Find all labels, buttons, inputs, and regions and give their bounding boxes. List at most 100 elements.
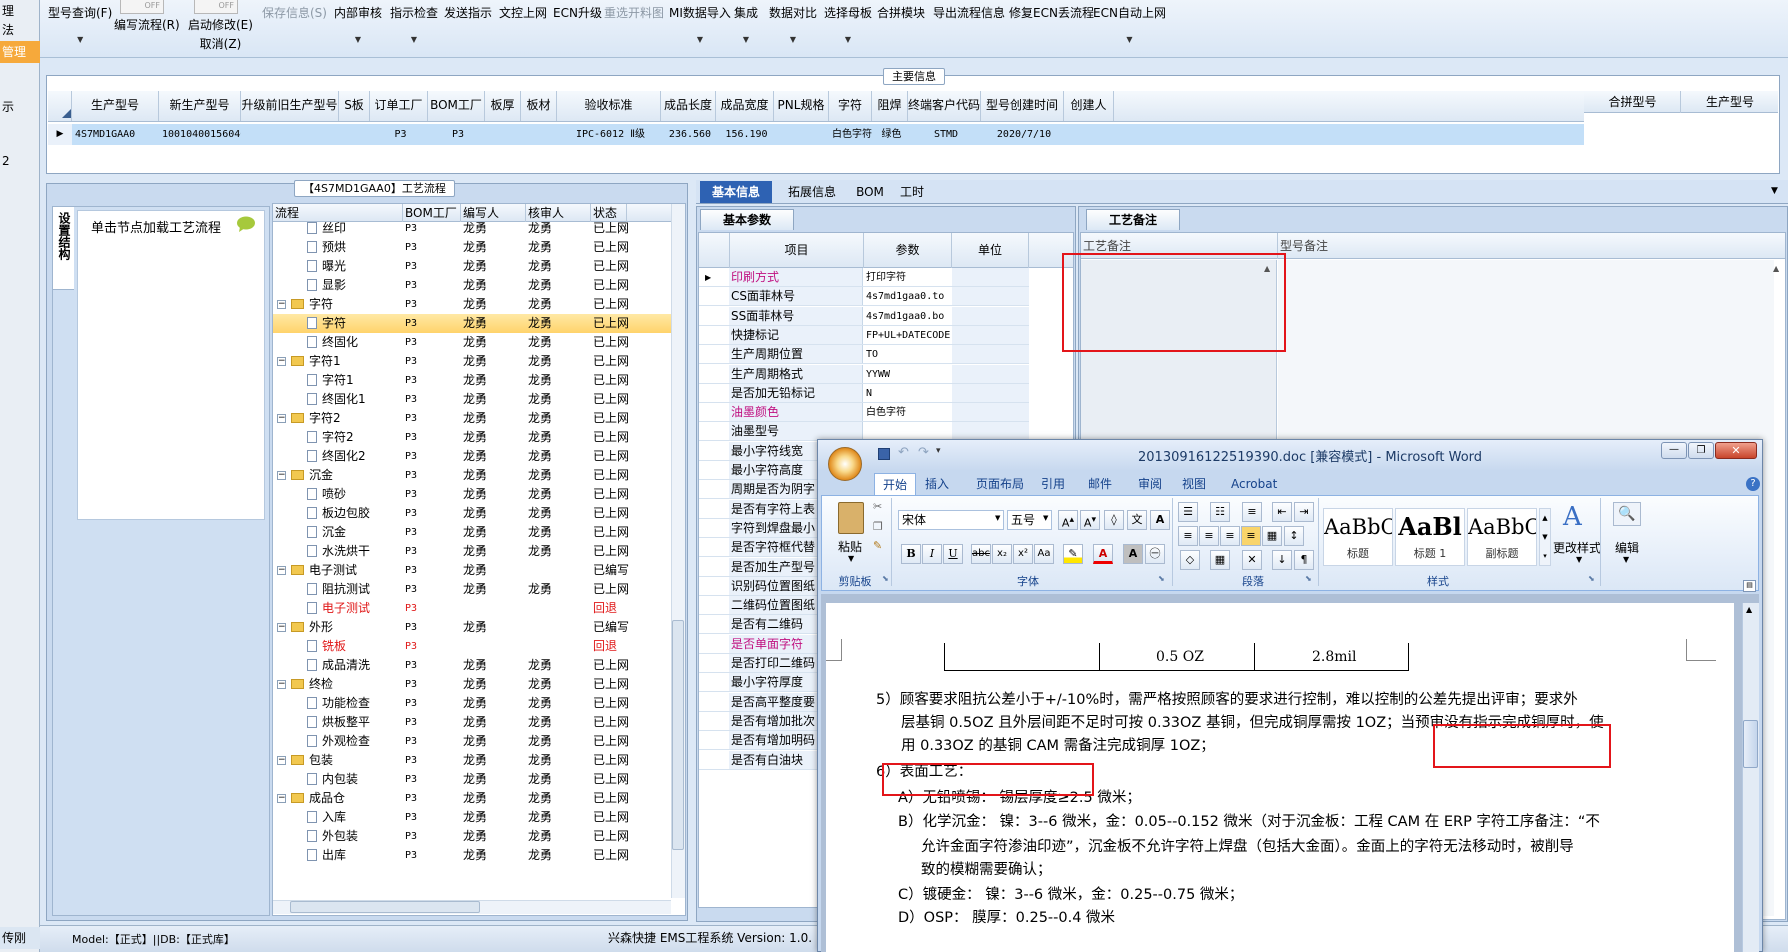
param-unit[interactable]: [952, 422, 1029, 441]
font-launcher-icon[interactable]: ⬊: [1158, 574, 1165, 583]
tree-row[interactable]: − 字符 P3 龙勇 龙勇 已上网: [273, 295, 671, 314]
paste-button[interactable]: 粘贴: [838, 538, 862, 555]
toolbar-button-3[interactable]: OFF 启动修改(E) 取消(Z): [188, 0, 253, 58]
main-col-header[interactable]: 终端客户代码: [908, 91, 981, 121]
font-name-select[interactable]: 宋体: [898, 510, 1004, 530]
find-icon[interactable]: 🔍: [1613, 502, 1641, 526]
tree-node[interactable]: 铣板: [307, 637, 346, 656]
subscript-icon[interactable]: x₂: [992, 544, 1012, 564]
clear-format-icon[interactable]: ◊: [1104, 510, 1124, 530]
show-marks-icon[interactable]: ¶: [1294, 550, 1314, 570]
chevron-down-icon[interactable]: ▼: [769, 33, 817, 47]
tree-node[interactable]: 内包装: [307, 770, 358, 789]
tree-node[interactable]: 阻抗测试: [307, 580, 370, 599]
tab-1[interactable]: 基本信息: [700, 181, 772, 203]
tree-node[interactable]: 终固化: [307, 333, 358, 352]
toolbar-button-2[interactable]: OFF 编写流程(R): [114, 0, 180, 58]
strikethrough-icon[interactable]: abc: [971, 544, 991, 564]
main-col-header[interactable]: 订单工厂: [370, 91, 428, 121]
tree-node[interactable]: 显影: [307, 276, 346, 295]
ribbon-tab-8[interactable]: Acrobat: [1223, 473, 1285, 495]
office-button-icon[interactable]: [828, 447, 862, 481]
tree-row[interactable]: 字符 P3 龙勇 龙勇 已上网: [273, 314, 671, 333]
borders-icon[interactable]: ▦: [1210, 550, 1230, 570]
chevron-down-icon[interactable]: ▼: [1093, 33, 1166, 47]
tree-node[interactable]: 成品清洗: [307, 656, 370, 675]
tree-row[interactable]: − 外形 P3 龙勇 已编写: [273, 618, 671, 637]
bold-icon[interactable]: B: [901, 544, 921, 564]
chevron-down-icon[interactable]: ▼: [334, 33, 382, 47]
enclose-char-icon[interactable]: ㊀: [1145, 544, 1165, 564]
ribbon-tab-6[interactable]: 审阅: [1130, 473, 1170, 495]
ribbon-tab-2[interactable]: 插入: [917, 473, 957, 495]
toggle-off-switch[interactable]: OFF: [194, 0, 238, 14]
tree-row[interactable]: 丝印 P3 龙勇 龙勇 已上网: [273, 222, 671, 238]
ribbon-tab-5[interactable]: 邮件: [1080, 473, 1120, 495]
italic-icon[interactable]: I: [922, 544, 942, 564]
numbering-icon[interactable]: ☷: [1210, 502, 1230, 522]
tree-row[interactable]: 显影 P3 龙勇 龙勇 已上网: [273, 276, 671, 295]
change-styles-dropdown-icon[interactable]: ▼: [1576, 555, 1582, 564]
style-subtitle[interactable]: AaBbC 副标题: [1467, 508, 1537, 566]
tree-node[interactable]: 字符1: [307, 371, 354, 390]
main-col-header[interactable]: BOM工厂: [428, 91, 485, 121]
tree-row[interactable]: 板边包胶 P3 龙勇 龙勇 已上网: [273, 504, 671, 523]
clipboard-launcher-icon[interactable]: ⬊: [882, 574, 889, 583]
tab-2[interactable]: 拓展信息: [778, 181, 846, 203]
merge-col-header[interactable]: 生产型号: [1682, 91, 1778, 113]
tree-row[interactable]: 字符1 P3 龙勇 龙勇 已上网: [273, 371, 671, 390]
tree-row[interactable]: − 字符2 P3 龙勇 龙勇 已上网: [273, 409, 671, 428]
param-value[interactable]: 4s7md1gaa0.to: [864, 287, 952, 306]
tree-row[interactable]: 烘板整平 P3 龙勇 龙勇 已上网: [273, 713, 671, 732]
param-value[interactable]: 4s7md1gaa0.bo: [864, 306, 952, 325]
tree-node[interactable]: 出库: [307, 846, 346, 865]
line-spacing-icon[interactable]: ↕: [1284, 526, 1304, 546]
edit-button[interactable]: 编辑: [1615, 539, 1639, 556]
tree-node[interactable]: 电子测试: [291, 561, 357, 580]
collapse-icon[interactable]: −: [277, 680, 286, 689]
tree-node[interactable]: 外包装: [307, 827, 358, 846]
main-col-header[interactable]: 成品长度: [661, 91, 716, 121]
doc-vscroll-thumb[interactable]: [1743, 720, 1758, 768]
copy-icon[interactable]: ❐: [873, 520, 883, 533]
tree-node[interactable]: 板边包胶: [307, 504, 370, 523]
chevron-down-icon[interactable]: ▼: [669, 33, 731, 47]
collapse-icon[interactable]: −: [277, 566, 286, 575]
tree-node[interactable]: 字符: [291, 295, 333, 314]
tree-node[interactable]: 终固化2: [307, 447, 366, 466]
tree-node[interactable]: 字符1: [291, 352, 341, 371]
font-name-dropdown-icon[interactable]: ▼: [995, 514, 1000, 522]
toolbar-button-18[interactable]: ECN自动上网 ▼: [1093, 0, 1166, 58]
doc-vscroll[interactable]: [1742, 603, 1759, 952]
undo-icon[interactable]: ↶: [898, 445, 909, 460]
tree-row[interactable]: 水洗烘干 P3 龙勇 龙勇 已上网: [273, 542, 671, 561]
tree-node[interactable]: 外形: [291, 618, 333, 637]
left-nav-item[interactable]: 2: [0, 150, 40, 172]
main-col-header[interactable]: 生产型号: [72, 91, 159, 121]
param-row[interactable]: 生产周期位置 TO: [699, 345, 1029, 365]
minimize-button[interactable]: —: [1661, 442, 1687, 459]
main-col-header[interactable]: 板厚: [485, 91, 521, 121]
tree-node[interactable]: 入库: [307, 808, 346, 827]
ribbon-tab-3[interactable]: 页面布局: [968, 473, 1032, 495]
tab-4[interactable]: 工时: [892, 181, 932, 203]
tree-node[interactable]: 沉金: [291, 466, 333, 485]
tree-row[interactable]: − 电子测试 P3 龙勇 已编写: [273, 561, 671, 580]
param-row[interactable]: 油墨颜色 白色字符: [699, 403, 1029, 423]
tree-node[interactable]: 预烘: [307, 238, 346, 257]
tree-node[interactable]: 功能检查: [307, 694, 370, 713]
tree-col-header[interactable]: BOM工厂: [403, 204, 461, 222]
increase-indent-icon[interactable]: ⇥: [1294, 502, 1314, 522]
font-color-icon[interactable]: A: [1093, 544, 1113, 564]
edit-dropdown-icon[interactable]: ▼: [1623, 555, 1629, 564]
main-col-header[interactable]: 型号创建时间: [981, 91, 1064, 121]
help-icon[interactable]: ?: [1746, 477, 1760, 491]
cut-icon[interactable]: ✂: [873, 500, 882, 513]
tree-node[interactable]: 字符2: [307, 428, 354, 447]
toolbar-button-17[interactable]: 修复ECN丢流程: [1009, 0, 1094, 58]
tree-node[interactable]: 终固化1: [307, 390, 366, 409]
ribbon-tab-7[interactable]: 视图: [1174, 473, 1214, 495]
tree-row[interactable]: 功能检查 P3 龙勇 龙勇 已上网: [273, 694, 671, 713]
tree-col-header[interactable]: 流程: [273, 204, 403, 222]
remarks-tab[interactable]: 工艺备注: [1086, 209, 1180, 230]
